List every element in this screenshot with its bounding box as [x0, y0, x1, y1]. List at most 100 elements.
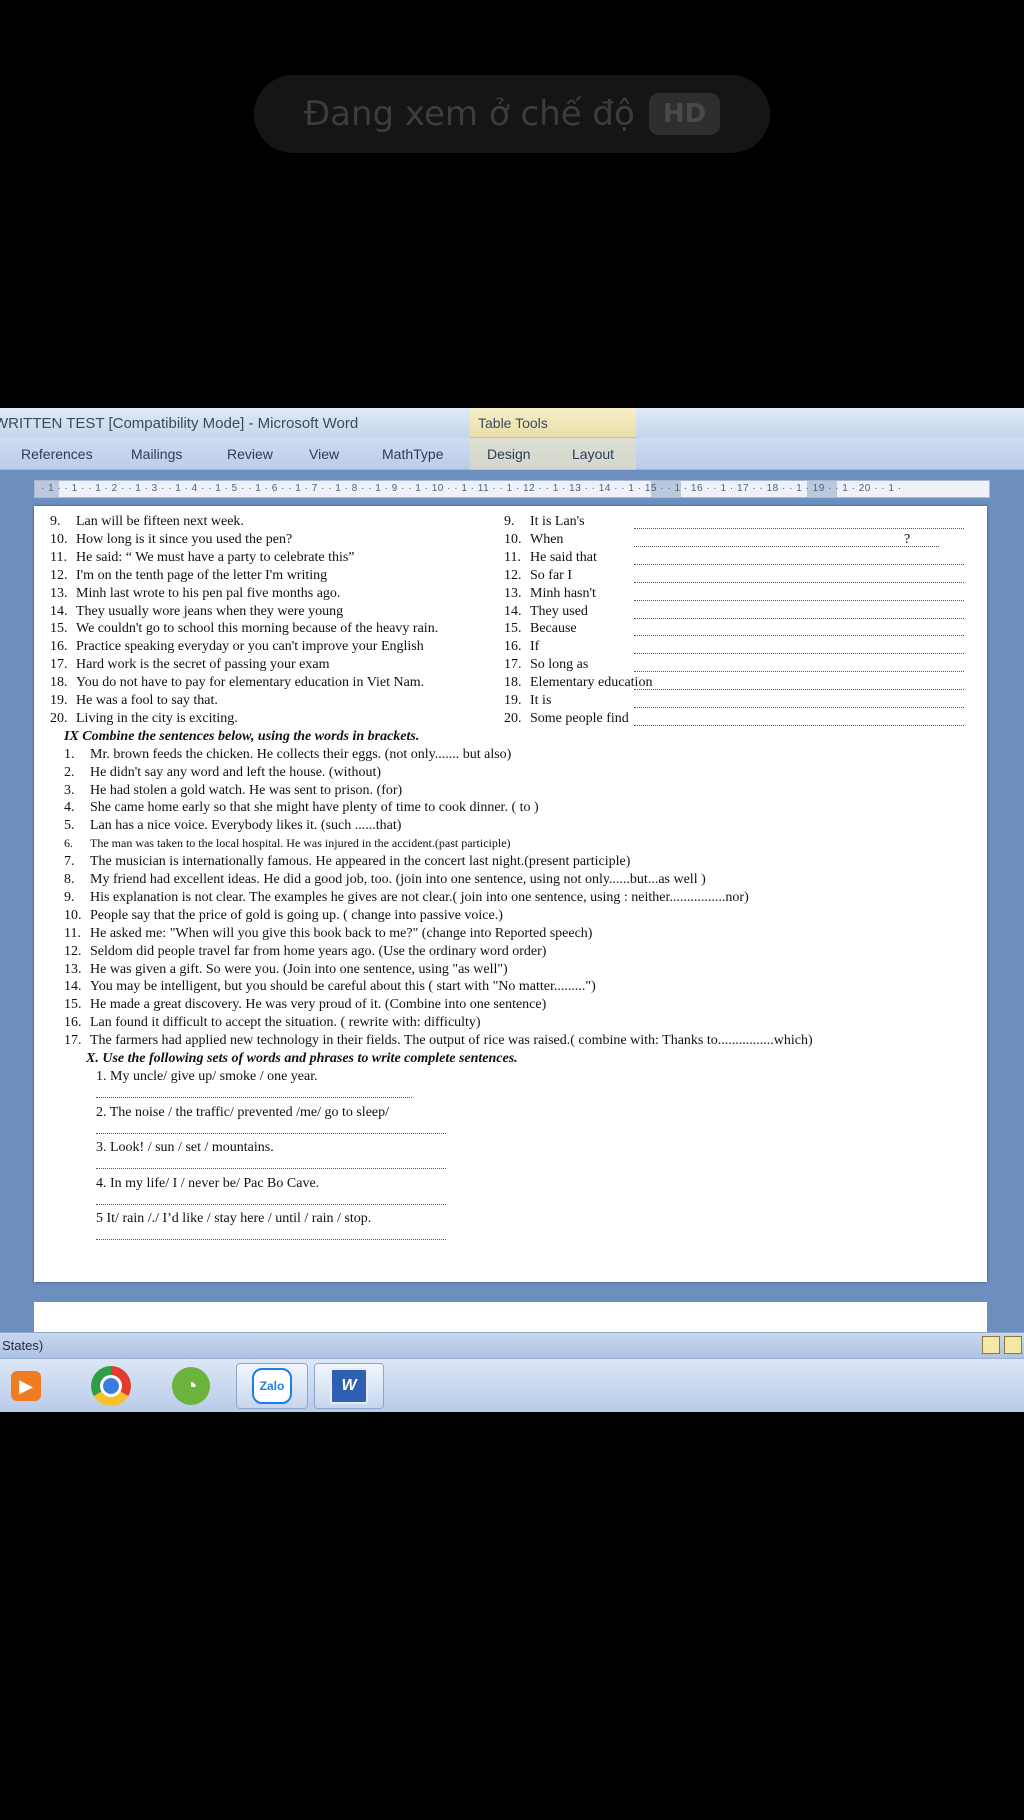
answer-line[interactable]: [634, 707, 964, 708]
item-number: 17.: [64, 1033, 82, 1049]
item-number: 17.: [50, 657, 68, 673]
item-number: 11.: [50, 549, 67, 565]
tab-design[interactable]: Design: [487, 446, 531, 462]
item-text: Because: [530, 621, 577, 637]
answer-line[interactable]: [634, 635, 964, 637]
table-tools-label: Table Tools: [478, 415, 548, 431]
item-number: 14.: [64, 979, 82, 995]
tab-mathtype[interactable]: MathType: [382, 446, 443, 462]
item-number: 15.: [64, 997, 82, 1013]
combine-item: 16. Lan found it difficult to accept the …: [64, 1015, 481, 1031]
item-text: How long is it since you used the pen?: [76, 531, 293, 547]
combine-item: 2. He didn't say any word and left the ho…: [64, 765, 381, 781]
item-text: If: [530, 639, 540, 655]
answer-line[interactable]: [96, 1132, 446, 1134]
taskbar-zalo[interactable]: Zalo: [236, 1363, 308, 1409]
left-item: 19. He was a fool to say that.: [50, 693, 218, 709]
answer-line[interactable]: [634, 671, 964, 673]
word-icon: W: [330, 1368, 368, 1404]
item-text: Elementary education: [530, 675, 653, 691]
item-number: 8.: [64, 872, 75, 887]
right-item: 9. It is Lan's: [504, 514, 585, 530]
tab-references[interactable]: References: [21, 446, 93, 462]
horizontal-ruler[interactable]: · 1 · · 1 · · 1 · 2 · · 1 · 3 · · 1 · 4 …: [34, 480, 990, 498]
answer-line[interactable]: [634, 689, 964, 691]
taskbar-coccoc[interactable]: ◔: [166, 1363, 216, 1409]
sentence-prompt: 4. In my life/ I / never be/ Pac Bo Cave…: [96, 1175, 320, 1191]
full-screen-icon[interactable]: [1004, 1336, 1022, 1354]
tab-mailings[interactable]: Mailings: [131, 446, 182, 462]
tab-view[interactable]: View: [309, 446, 339, 462]
ribbon-tabs: References Mailings Review View MathType…: [0, 438, 1024, 470]
document-body: 9. Lan will be fifteen next week. 10. How l…: [34, 506, 987, 1282]
item-text: He was given a gift. So were you. (Join …: [90, 961, 508, 977]
item-text: He had stolen a gold watch. He was sent …: [90, 782, 403, 798]
status-language[interactable]: States): [2, 1338, 43, 1353]
item-text: Lan will be fifteen next week.: [76, 514, 244, 529]
combine-item: 14. You may be intelligent, but you shoul…: [64, 979, 596, 995]
taskbar-word[interactable]: W: [314, 1363, 384, 1409]
answer-line[interactable]: [634, 599, 964, 601]
right-item: 13. Minh hasn't: [504, 586, 596, 602]
answer-line[interactable]: [634, 545, 939, 547]
document-page[interactable]: 9. Lan will be fifteen next week. 10. How l…: [34, 506, 987, 1282]
hd-badge: HD: [648, 93, 721, 135]
item-number: 9.: [64, 889, 75, 905]
right-item: 20. Some people find: [504, 711, 629, 727]
item-number: 16.: [64, 1015, 82, 1031]
item-number: 15.: [504, 621, 522, 637]
zalo-icon: Zalo: [252, 1368, 292, 1404]
left-item: 11. He said: “ We must have a party to ce…: [50, 550, 355, 566]
item-number: 5.: [64, 818, 75, 834]
item-number: 10.: [64, 907, 82, 923]
sentence-prompt: 2. The noise / the traffic/ prevented /m…: [96, 1104, 390, 1120]
screen: Đang xem ở chế độ HD WRITTEN TEST [Compa…: [0, 0, 1024, 1820]
right-item: 15. Because: [504, 621, 577, 637]
item-text: His explanation is not clear. The exampl…: [90, 889, 749, 905]
item-number: 11.: [504, 549, 521, 565]
taskbar-media-player[interactable]: ▶: [6, 1363, 46, 1409]
combine-item: 5. Lan has a nice voice. Everybody likes …: [64, 818, 401, 834]
tab-layout[interactable]: Layout: [572, 446, 614, 462]
answer-line[interactable]: [96, 1239, 446, 1240]
combine-item: 6. The man was taken to the local hospita…: [64, 836, 511, 851]
combine-item: 1. Mr. brown feeds the chicken. He collec…: [64, 747, 511, 763]
item-text: You do not have to pay for elementary ed…: [76, 675, 425, 691]
item-text: He said that: [530, 549, 597, 565]
answer-line[interactable]: [634, 581, 964, 583]
hd-mode-text: Đang xem ở chế độ: [303, 94, 635, 134]
combine-item: 4. She came home early so that she might …: [64, 800, 539, 816]
item-number: 19.: [504, 693, 522, 708]
item-text: He made a great discovery. He was very p…: [90, 997, 547, 1013]
item-text: He was a fool to say that.: [76, 693, 218, 708]
left-item: 17. Hard work is the secret of passing yo…: [50, 657, 329, 673]
item-number: 4.: [64, 800, 75, 816]
taskbar-chrome[interactable]: [86, 1363, 136, 1409]
item-number: 9.: [50, 514, 61, 529]
print-layout-icon[interactable]: [982, 1336, 1000, 1354]
item-text: The musician is internationally famous. …: [90, 854, 631, 870]
answer-line[interactable]: [634, 563, 964, 565]
answer-line[interactable]: [634, 617, 964, 619]
item-text: It is: [530, 693, 552, 708]
answer-line[interactable]: [634, 653, 964, 655]
item-text: Living in the city is exciting.: [76, 710, 238, 726]
left-item: 9. Lan will be fifteen next week.: [50, 514, 244, 530]
answer-line[interactable]: [96, 1097, 412, 1098]
section-ix-title: IX Combine the sentences below, using th…: [64, 728, 420, 744]
status-bar: States): [0, 1332, 1024, 1358]
answer-line[interactable]: [634, 528, 964, 529]
tab-review[interactable]: Review: [227, 446, 273, 462]
item-number: 12.: [504, 567, 522, 583]
answer-line[interactable]: [96, 1168, 446, 1169]
item-text: Minh last wrote to his pen pal five mont…: [76, 585, 341, 601]
item-text: People say that the price of gold is goi…: [90, 907, 503, 923]
answer-line[interactable]: [96, 1203, 446, 1205]
answer-line[interactable]: [634, 724, 964, 726]
item-number: 20.: [50, 710, 68, 726]
item-number: 14.: [50, 603, 68, 619]
item-number: 12.: [50, 567, 68, 583]
item-text: It is Lan's: [530, 514, 585, 529]
item-text: He didn't say any word and left the hous…: [90, 764, 382, 780]
ruler-ticks: · 1 · · 1 · · 1 · 2 · · 1 · 3 · · 1 · 4 …: [41, 483, 902, 494]
